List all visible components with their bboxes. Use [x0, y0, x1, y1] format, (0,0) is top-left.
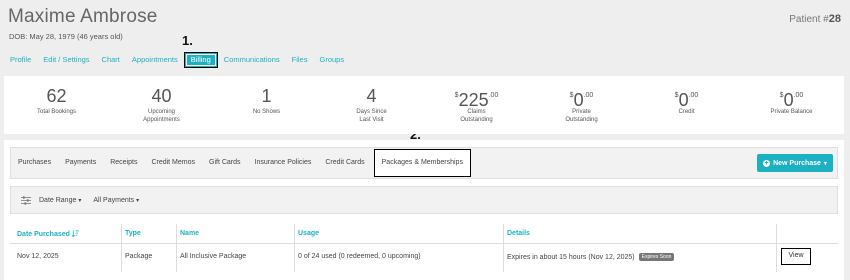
- patient-number-label: Patient #: [789, 14, 829, 25]
- tab-billing[interactable]: Billing: [183, 52, 218, 68]
- stat-label: Days Since Last Visit: [356, 109, 387, 123]
- tab-receipts[interactable]: Receipts: [103, 147, 144, 179]
- billing-tabs: Purchases Payments Receipts Credit Memos…: [10, 147, 838, 179]
- expires-soon-badge: Expires Soon: [638, 253, 675, 261]
- tab-profile[interactable]: Profile: [4, 52, 37, 68]
- stat-cents: .00: [583, 92, 594, 99]
- tab-communications[interactable]: Communications: [218, 52, 286, 68]
- sort-icon[interactable]: [71, 230, 79, 238]
- stat-value: 40: [151, 86, 172, 106]
- date-range-filter[interactable]: Date Range ▾: [39, 197, 81, 204]
- column-details: Details: [507, 230, 530, 237]
- details-text: Expires in about 15 hours (Nov 12, 2025): [507, 254, 635, 261]
- stat-label: Credit: [678, 109, 695, 115]
- stat-private-outstanding: $0.00 Private Outstanding: [529, 76, 634, 134]
- view-button[interactable]: View: [781, 248, 811, 265]
- tab-credit-cards[interactable]: Credit Cards: [318, 147, 371, 179]
- stat-value: 62: [46, 86, 67, 106]
- new-purchase-label: New Purchase: [773, 159, 821, 167]
- patient-number-value: 28: [828, 13, 841, 25]
- column-date-purchased[interactable]: Date Purchased: [17, 230, 79, 238]
- chevron-down-icon: ▾: [823, 160, 827, 167]
- stat-cents: .00: [793, 92, 804, 99]
- tab-appointments[interactable]: Appointments: [126, 52, 184, 68]
- stats-bar: 62 Total Bookings 40 Upcoming Appointmen…: [4, 76, 844, 134]
- cell-usage: 0 of 24 used (0 redeemed, 0 upcoming): [298, 253, 421, 260]
- cell-type: Package: [125, 253, 153, 260]
- column-type[interactable]: Type: [125, 230, 141, 237]
- cell-details: Expires in about 15 hours (Nov 12, 2025)…: [507, 253, 675, 261]
- stat-value: 0: [573, 90, 584, 110]
- tab-edit-settings[interactable]: Edit / Settings: [37, 52, 95, 68]
- patient-number: Patient #28: [789, 13, 841, 25]
- plus-circle-icon: +: [763, 159, 771, 167]
- tab-payments[interactable]: Payments: [58, 147, 103, 179]
- column-name[interactable]: Name: [180, 230, 199, 237]
- stat-value: 0: [783, 90, 794, 110]
- cell-name: All Inclusive Package: [180, 253, 247, 260]
- chevron-down-icon: ▾: [136, 197, 140, 204]
- patient-name: Maxime Ambrose: [8, 6, 158, 27]
- payments-filter[interactable]: All Payments ▾: [93, 197, 139, 204]
- stat-credit: $0.00 Credit: [634, 76, 739, 134]
- stat-private-balance: $0.00 Private Balance: [739, 76, 844, 134]
- tab-gift-cards[interactable]: Gift Cards: [202, 147, 248, 179]
- tab-purchases[interactable]: Purchases: [11, 147, 58, 179]
- stat-label: Private Outstanding: [565, 109, 598, 123]
- tab-files[interactable]: Files: [286, 52, 314, 68]
- stat-value: 0: [678, 90, 689, 110]
- tab-credit-memos[interactable]: Credit Memos: [144, 147, 202, 179]
- column-divider: [294, 224, 295, 272]
- stat-no-shows: 1 No Shows: [214, 76, 319, 134]
- filter-bar: Date Range ▾ All Payments ▾: [10, 186, 838, 214]
- stat-label: Total Bookings: [36, 109, 77, 115]
- stat-days-since-last-visit: 4 Days Since Last Visit: [319, 76, 424, 134]
- stat-cents: .00: [688, 92, 699, 99]
- tab-packages-memberships[interactable]: Packages & Memberships: [373, 149, 471, 177]
- column-divider: [176, 224, 177, 272]
- tab-groups[interactable]: Groups: [313, 52, 350, 68]
- stat-total-bookings: 62 Total Bookings: [4, 76, 109, 134]
- chevron-down-icon: ▾: [78, 197, 82, 204]
- payments-filter-label: All Payments: [93, 196, 135, 204]
- column-divider: [503, 224, 504, 272]
- tab-insurance-policies[interactable]: Insurance Policies: [248, 147, 319, 179]
- stat-value: 1: [261, 86, 272, 106]
- stat-cents: .00: [488, 92, 499, 99]
- patient-dob: DOB: May 28, 1979 (46 years old): [9, 32, 123, 41]
- sliders-icon[interactable]: [21, 195, 31, 205]
- date-range-label: Date Range: [39, 196, 77, 204]
- stat-upcoming-appointments: 40 Upcoming Appointments: [109, 76, 214, 134]
- stat-value: 225: [458, 90, 489, 110]
- cell-date: Nov 12, 2025: [17, 253, 59, 260]
- stat-label: Upcoming Appointments: [143, 109, 180, 123]
- column-divider: [776, 224, 777, 272]
- new-purchase-button[interactable]: + New Purchase ▾: [757, 154, 833, 172]
- patient-nav: Profile Edit / Settings Chart Appointmen…: [4, 52, 350, 68]
- table-header: Date Purchased Type Name Usage Details: [10, 224, 838, 244]
- stat-value: 4: [366, 86, 377, 106]
- stat-label: Private Balance: [770, 109, 813, 115]
- column-divider: [121, 224, 122, 272]
- column-label: Date Purchased: [17, 231, 70, 238]
- column-usage: Usage: [298, 230, 320, 237]
- stat-label: No Shows: [252, 109, 281, 115]
- stat-label: Claims Outstanding: [460, 109, 493, 123]
- tab-chart[interactable]: Chart: [96, 52, 126, 68]
- callout-1: 1.: [182, 33, 193, 48]
- stat-claims-outstanding: $225.00 Claims Outstanding: [424, 76, 529, 134]
